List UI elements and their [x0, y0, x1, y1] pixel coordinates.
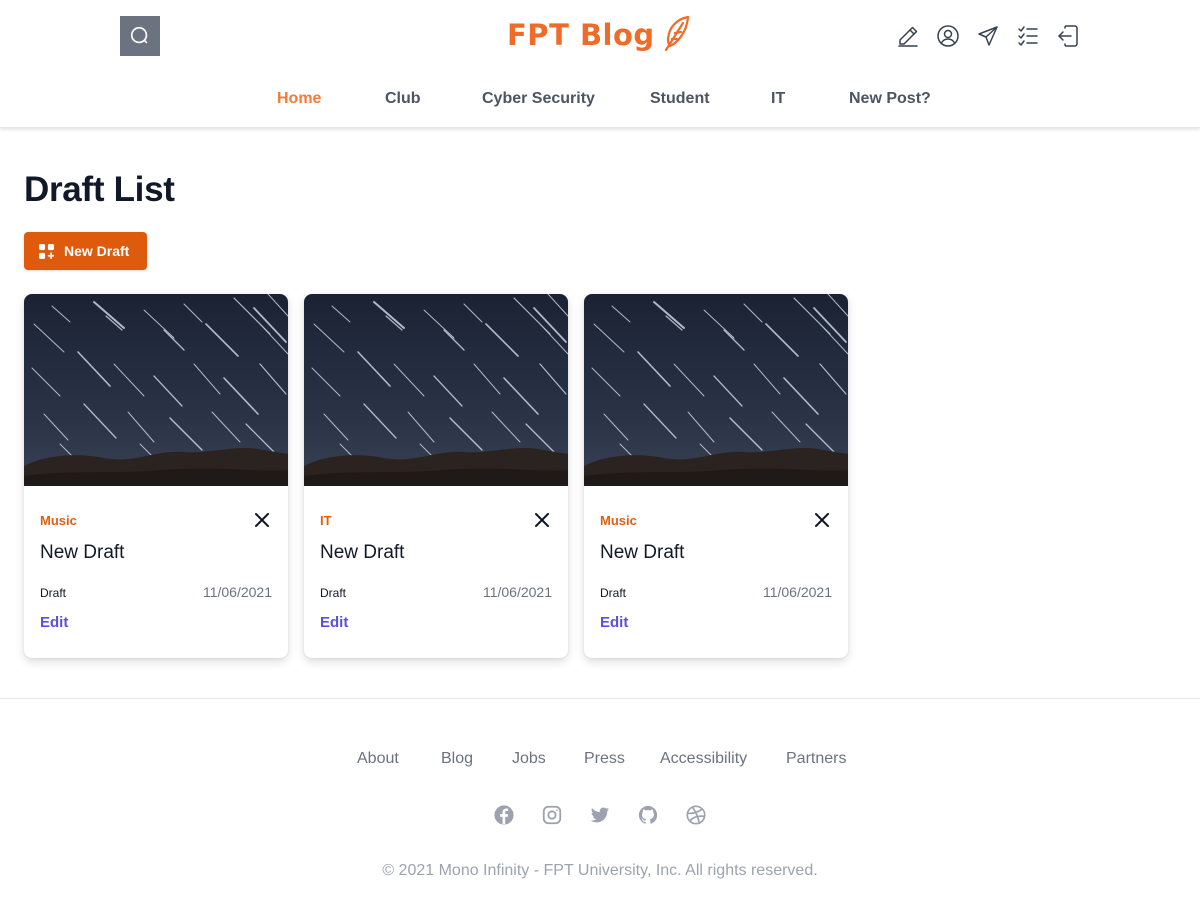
dribbble-icon[interactable]	[685, 804, 707, 826]
footer-link-press[interactable]: Press	[584, 750, 625, 768]
search-icon	[129, 25, 151, 47]
card-category[interactable]: Music	[40, 513, 77, 528]
card-title: New Draft	[320, 542, 405, 563]
new-draft-label: New Draft	[64, 243, 130, 259]
footer-link-jobs[interactable]: Jobs	[512, 750, 546, 768]
footer-divider	[0, 698, 1200, 699]
card-title: New Draft	[40, 542, 125, 563]
close-icon[interactable]	[252, 510, 272, 530]
draft-card: Music New Draft Draft 11/06/2021 Edit	[24, 294, 288, 658]
nav-item-home[interactable]: Home	[277, 90, 321, 108]
card-cover-image	[584, 294, 848, 486]
footer-link-about[interactable]: About	[357, 750, 399, 768]
edit-link[interactable]: Edit	[320, 614, 348, 631]
card-cover-image	[304, 294, 568, 486]
nav-item-it[interactable]: IT	[771, 90, 785, 108]
card-status: Draft	[40, 586, 67, 600]
logo-text: FPT Blog	[507, 18, 655, 52]
card-date: 11/06/2021	[762, 584, 832, 600]
card-status: Draft	[600, 586, 627, 600]
card-title: New Draft	[600, 542, 685, 563]
checklist-icon[interactable]	[1016, 24, 1040, 48]
card-date: 11/06/2021	[202, 584, 272, 600]
nav-item-cyber-security[interactable]: Cyber Security	[482, 90, 595, 108]
user-circle-icon[interactable]	[936, 24, 960, 48]
search-button[interactable]	[120, 16, 160, 56]
github-icon[interactable]	[637, 804, 659, 826]
twitter-icon[interactable]	[589, 804, 611, 826]
new-draft-button[interactable]: New Draft	[24, 232, 147, 270]
nav-item-student[interactable]: Student	[650, 90, 710, 108]
close-icon[interactable]	[532, 510, 552, 530]
logout-icon[interactable]	[1056, 24, 1080, 48]
send-icon[interactable]	[976, 24, 1000, 48]
card-date: 11/06/2021	[482, 584, 552, 600]
main-nav: Home Club Cyber Security Student IT New …	[0, 90, 1200, 112]
nav-item-new-post[interactable]: New Post?	[849, 90, 931, 108]
card-category[interactable]: IT	[320, 513, 332, 528]
card-category[interactable]: Music	[600, 513, 637, 528]
pencil-icon[interactable]	[896, 24, 920, 48]
add-grid-icon	[39, 243, 54, 259]
instagram-icon[interactable]	[541, 804, 563, 826]
close-icon[interactable]	[812, 510, 832, 530]
footer-link-partners[interactable]: Partners	[786, 750, 846, 768]
card-cover-image	[24, 294, 288, 486]
site-header: FPT Blog Home Club Cyber Security Studen…	[0, 0, 1200, 128]
page-title: Draft List	[24, 170, 175, 209]
header-actions	[896, 24, 1080, 48]
draft-card: IT New Draft Draft 11/06/2021 Edit	[304, 294, 568, 658]
nav-item-club[interactable]: Club	[385, 90, 421, 108]
footer-link-blog[interactable]: Blog	[441, 750, 473, 768]
draft-card: Music New Draft Draft 11/06/2021 Edit	[584, 294, 848, 658]
copyright-text: © 2021 Mono Infinity - FPT University, I…	[382, 862, 818, 879]
edit-link[interactable]: Edit	[600, 614, 628, 631]
card-status: Draft	[320, 586, 347, 600]
feather-icon	[661, 15, 691, 58]
edit-link[interactable]: Edit	[40, 614, 68, 631]
footer-link-accessibility[interactable]: Accessibility	[660, 750, 747, 768]
facebook-icon[interactable]	[493, 804, 515, 826]
site-logo[interactable]: FPT Blog	[507, 14, 691, 56]
